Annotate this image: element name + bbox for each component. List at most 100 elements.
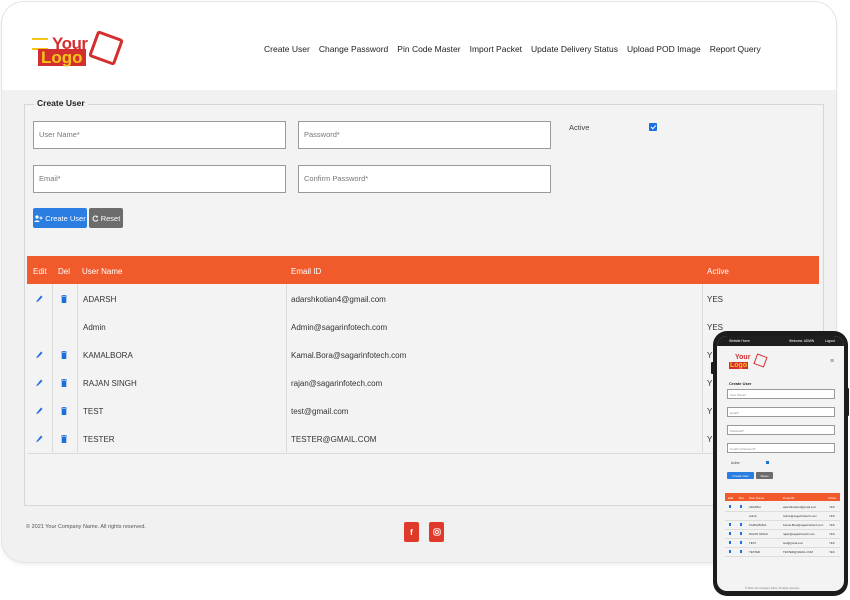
instagram-icon[interactable] [429, 522, 444, 542]
reset-icon [92, 214, 99, 222]
form-legend: Create User [34, 98, 88, 108]
facebook-icon[interactable]: f [404, 522, 419, 542]
mobile-cell-active: YES [829, 505, 835, 509]
mobile-table-row: TESTER TESTER@GMAIL.COM YES [725, 547, 840, 557]
confirm-password-field[interactable]: Confirm Password* [298, 165, 551, 193]
nav-upload-pod-image[interactable]: Upload POD Image [627, 44, 701, 54]
mobile-logo[interactable]: Your Logo [725, 353, 768, 372]
mobile-home-link[interactable]: Website Home [729, 339, 750, 343]
edit-icon[interactable] [36, 379, 43, 387]
delete-icon[interactable] [61, 379, 67, 387]
logo-line-2: Logo [38, 49, 86, 66]
cell-user-name: TESTER [83, 435, 115, 444]
cell-user-name: ADARSH [83, 295, 117, 304]
cell-email: Kamal.Bora@sagarinfotech.com [291, 351, 407, 360]
nav-pin-code-master[interactable]: Pin Code Master [397, 44, 460, 54]
password-field[interactable]: Password* [298, 121, 551, 149]
table-header: Edit Del User Name Email ID Active [27, 256, 819, 284]
mobile-edit-icon[interactable] [729, 541, 731, 544]
table-row: TESTtest@gmail.comYES [27, 397, 819, 426]
add-user-icon [34, 214, 43, 222]
email-field[interactable]: Email* [33, 165, 286, 193]
username-field[interactable]: User Name* [33, 121, 286, 149]
cell-email: adarshkotian4@gmail.com [291, 295, 386, 304]
header-del: Del [58, 267, 71, 276]
table-row: ADARSH adarshkotian4@gmail.com YES [27, 285, 819, 314]
mobile-delete-icon[interactable] [740, 532, 742, 535]
mobile-delete-icon[interactable] [740, 541, 742, 544]
nav-import-packet[interactable]: Import Packet [470, 44, 522, 54]
mobile-create-button[interactable]: Create User [727, 472, 754, 479]
nav-report-query[interactable]: Report Query [710, 44, 761, 54]
column-divider [702, 284, 703, 452]
mobile-delete-icon[interactable] [740, 523, 742, 526]
nav-change-password[interactable]: Change Password [319, 44, 388, 54]
edit-icon[interactable] [36, 295, 43, 303]
mobile-cell-email: rajan@sagarinfotech.com [783, 532, 815, 536]
create-user-label: Create User [45, 213, 86, 223]
mobile-header-email: Email ID [783, 496, 795, 500]
delete-icon[interactable] [61, 435, 67, 443]
header-edit: Edit [33, 267, 47, 276]
cell-user-name: RAJAN SINGH [83, 379, 137, 388]
edit-icon[interactable] [36, 351, 43, 359]
cell-email: Admin@sagarinfotech.com [291, 323, 388, 332]
mobile-edit-icon[interactable] [729, 532, 731, 535]
mobile-cell-active: YES [829, 550, 835, 554]
mobile-confirm-field[interactable]: Confirm Password* [727, 443, 835, 453]
mobile-cell-email: test@gmail.com [783, 541, 804, 545]
mobile-cell-name: RAJAN SINGH [749, 532, 768, 536]
header-active: Active [707, 267, 729, 276]
mobile-logo-cube-icon [753, 353, 768, 368]
hamburger-menu-icon[interactable]: ≡ [830, 358, 834, 365]
column-divider [286, 284, 287, 452]
mobile-topbar: Website Home Welcome, ADMIN Logout [717, 336, 844, 346]
mobile-cell-active: YES [829, 523, 835, 527]
create-user-button[interactable]: Create User [33, 208, 87, 228]
mobile-header-edit: Edit [728, 496, 734, 500]
nav-update-delivery-status[interactable]: Update Delivery Status [531, 44, 618, 54]
mobile-logout[interactable]: Logout [825, 339, 835, 343]
column-divider [77, 284, 78, 452]
logo[interactable]: Your Logo [30, 30, 124, 74]
cell-email: test@gmail.com [291, 407, 349, 416]
nav-create-user[interactable]: Create User [264, 44, 310, 54]
mobile-edit-icon[interactable] [729, 550, 731, 553]
mobile-cell-active: YES [829, 541, 835, 545]
mobile-email-field[interactable]: Email* [727, 407, 835, 417]
mobile-cell-email: Kamal.Bora@sagarinfotech.com [783, 523, 824, 527]
mobile-active-checkbox[interactable] [766, 461, 769, 464]
delete-icon[interactable] [61, 351, 67, 359]
mobile-cell-name: TEST [749, 541, 757, 545]
mobile-reset-button[interactable]: Reset [756, 472, 773, 479]
table-row: RAJAN SINGHrajan@sagarinfotech.comYES [27, 369, 819, 398]
copyright: © 2021 Your Company Name. All rights res… [26, 524, 146, 530]
table-row: TESTERTESTER@GMAIL.COMYES [27, 425, 819, 454]
mobile-delete-icon[interactable] [740, 505, 742, 508]
mobile-cell-name: TESTER [749, 550, 761, 554]
mobile-delete-icon[interactable] [740, 550, 742, 553]
header-email: Email ID [291, 267, 322, 276]
mobile-edit-icon[interactable] [729, 505, 731, 508]
column-divider [52, 284, 53, 452]
reset-button[interactable]: Reset [89, 208, 123, 228]
mobile-cell-name: ADARSH [749, 505, 761, 509]
mobile-header-active: Active [828, 496, 837, 500]
mobile-password-field[interactable]: Password* [727, 425, 835, 435]
mobile-header-del: Del [739, 496, 744, 500]
active-checkbox[interactable] [649, 123, 657, 131]
mobile-logo-line-1: Your [735, 354, 751, 361]
delete-icon[interactable] [61, 295, 67, 303]
mobile-edit-icon[interactable] [729, 523, 731, 526]
mobile-screen: Website Home Welcome, ADMIN Logout Your … [717, 336, 844, 591]
header-user-name: User Name [82, 267, 123, 276]
edit-icon[interactable] [36, 435, 43, 443]
edit-icon[interactable] [36, 407, 43, 415]
mobile-cell-email: TESTER@GMAIL.COM [783, 550, 813, 554]
mobile-username-field[interactable]: User Name* [727, 389, 835, 399]
mobile-welcome: Welcome, ADMIN [789, 339, 815, 343]
mobile-logo-line-2: Logo [729, 362, 749, 369]
desktop-frame: Your Logo Create User Change Password Pi… [2, 2, 836, 562]
delete-icon[interactable] [61, 407, 67, 415]
mobile-cell-name: KAMALBORA [749, 523, 767, 527]
